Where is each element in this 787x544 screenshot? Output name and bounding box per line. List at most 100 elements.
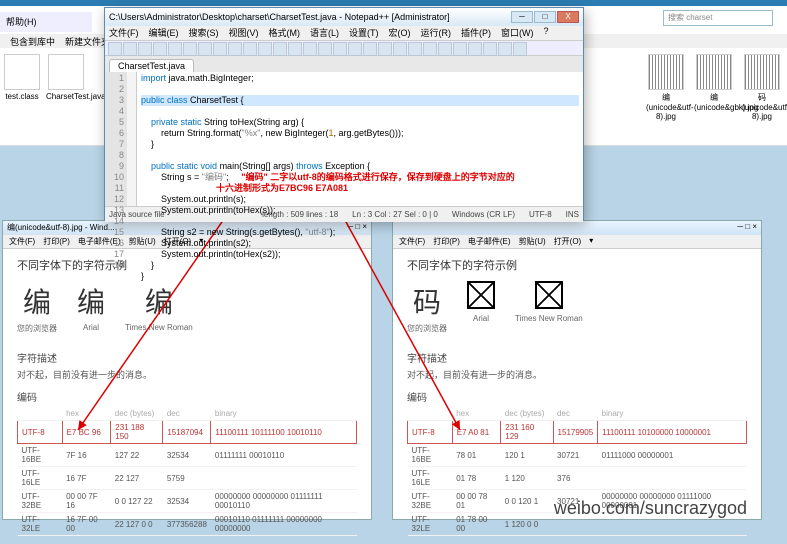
- file-list-left: test.class CharsetTest.java: [2, 54, 100, 101]
- section-heading: 编码: [407, 389, 747, 404]
- file-item[interactable]: 编 (unicode&gbk).jpg: [694, 54, 734, 121]
- toolbar-icon[interactable]: [303, 42, 317, 56]
- toolbar-icon[interactable]: [363, 42, 377, 56]
- file-label: test.class: [5, 92, 38, 101]
- toolbar-icon[interactable]: [468, 42, 482, 56]
- file-icon: [48, 54, 84, 90]
- npp-toolbar[interactable]: [105, 40, 583, 56]
- toolbar-icon[interactable]: [498, 42, 512, 56]
- toolbar-icon[interactable]: [153, 42, 167, 56]
- toolbar-icon[interactable]: [408, 42, 422, 56]
- window-controls[interactable]: ─ □ ×: [737, 222, 757, 234]
- section-heading: 字符描述: [407, 350, 747, 365]
- toolbar-icon[interactable]: [318, 42, 332, 56]
- window-titlebar[interactable]: C:\Users\Administrator\Desktop\charset\C…: [105, 8, 583, 26]
- toolbar-icon[interactable]: [483, 42, 497, 56]
- toolbar-icon[interactable]: [393, 42, 407, 56]
- menu-item[interactable]: 格式(M): [269, 26, 301, 40]
- toolbar-icon[interactable]: [243, 42, 257, 56]
- minimize-button[interactable]: ─: [511, 11, 533, 23]
- file-item[interactable]: CharsetTest.java: [46, 54, 86, 101]
- window-title: 编(unicode&utf-8).jpg - Wind...: [7, 222, 115, 234]
- image-icon: [744, 54, 780, 90]
- toolbar-icon[interactable]: [333, 42, 347, 56]
- menu-item[interactable]: ?: [544, 26, 549, 40]
- menu-item[interactable]: 文件(F): [9, 236, 35, 247]
- glyph-row: 码您的浏览器 Arial Times New Roman: [407, 281, 747, 334]
- close-button[interactable]: X: [557, 11, 579, 23]
- maximize-button[interactable]: □: [534, 11, 556, 23]
- file-label: 码 (unicode&utf-8).jpg: [742, 93, 787, 121]
- table-row: UTF-16BE78 01120 13072101111000 00000001: [408, 444, 747, 467]
- code-editor[interactable]: 123456789101112131415161718 import java.…: [105, 72, 583, 206]
- viewer-body: 不同字体下的字符示例 编您的浏览器编Arial编Times New Roman …: [3, 249, 371, 544]
- include-button[interactable]: 包含到库中: [10, 37, 55, 47]
- menu-item[interactable]: 搜索(S): [189, 26, 219, 40]
- toolbar-icon[interactable]: [273, 42, 287, 56]
- glyph-sample: 编Arial: [77, 281, 105, 334]
- menu-item[interactable]: 打印(P): [43, 236, 70, 247]
- toolbar-icon[interactable]: [168, 42, 182, 56]
- menu-item[interactable]: 插件(P): [461, 26, 491, 40]
- menu-item[interactable]: 宏(O): [389, 26, 411, 40]
- file-icon: [4, 54, 40, 90]
- table-row: UTF-16BE7F 16127 223253401111111 0001011…: [18, 444, 357, 467]
- menu-item[interactable]: 窗口(W): [501, 26, 534, 40]
- table-row: UTF-32BE00 00 7F 160 0 127 2232534000000…: [18, 490, 357, 513]
- menu-item[interactable]: 语言(L): [310, 26, 339, 40]
- menu-item[interactable]: 编辑(E): [149, 26, 179, 40]
- glyph-sample: 编Times New Roman: [125, 281, 193, 334]
- toolbar-icon[interactable]: [453, 42, 467, 56]
- menu-item[interactable]: 文件(F): [109, 26, 139, 40]
- toolbar-icon[interactable]: [138, 42, 152, 56]
- glyph-sample: Times New Roman: [515, 281, 583, 334]
- table-row: UTF-32LE16 7F 00 0022 127 0 037735628800…: [18, 513, 357, 536]
- npp-tabbar[interactable]: CharsetTest.java: [105, 56, 583, 72]
- file-item[interactable]: 码 (unicode&utf-8).jpg: [742, 54, 782, 121]
- section-heading: 编码: [17, 389, 357, 404]
- toolbar-icon[interactable]: [288, 42, 302, 56]
- fold-margin[interactable]: [127, 72, 137, 206]
- search-input[interactable]: 搜索 charset: [663, 10, 773, 26]
- table-row: UTF-16LE16 7F22 1275759: [18, 467, 357, 490]
- toolbar-icon[interactable]: [183, 42, 197, 56]
- notepadpp-window: C:\Users\Administrator\Desktop\charset\C…: [104, 7, 584, 221]
- toolbar-icon[interactable]: [198, 42, 212, 56]
- description-text: 对不起，目前没有进一步的消息。: [17, 368, 357, 381]
- toolbar-icon[interactable]: [123, 42, 137, 56]
- encoding-table: hexdec (bytes)decbinaryUTF-8E7 BC 96231 …: [17, 407, 357, 536]
- image-icon: [696, 54, 732, 90]
- menu-item[interactable]: 设置(T): [349, 26, 379, 40]
- menu-item[interactable]: 运行(R): [421, 26, 452, 40]
- toolbar-icon[interactable]: [108, 42, 122, 56]
- tab-active[interactable]: CharsetTest.java: [109, 59, 194, 72]
- toolbar-icon[interactable]: [228, 42, 242, 56]
- glyph-sample: Arial: [467, 281, 495, 334]
- glyph-row: 编您的浏览器编Arial 编Times New Roman: [17, 281, 357, 334]
- file-item[interactable]: 编 (unicode&utf-8).jpg: [646, 54, 686, 121]
- table-row: UTF-8E7 A0 81231 160 1291517990511100111…: [408, 421, 747, 444]
- npp-menubar[interactable]: 文件(F) 编辑(E) 搜索(S) 视图(V) 格式(M) 语言(L) 设置(T) 宏(O) 运…: [105, 26, 583, 40]
- toolbar-icon[interactable]: [258, 42, 272, 56]
- toolbar-icon[interactable]: [378, 42, 392, 56]
- code-area[interactable]: import java.math.BigInteger; public clas…: [137, 72, 583, 206]
- table-row: UTF-8E7 BC 96231 188 1501518709411100111…: [18, 421, 357, 444]
- toolbar-icon[interactable]: [423, 42, 437, 56]
- section-heading: 字符描述: [17, 350, 357, 365]
- file-item[interactable]: test.class: [2, 54, 42, 101]
- glyph-sample: 码您的浏览器: [407, 281, 447, 334]
- toolbar-icon[interactable]: [213, 42, 227, 56]
- file-label: 编 (unicode&utf-8).jpg: [646, 93, 694, 121]
- image-icon: [648, 54, 684, 90]
- menu-item[interactable]: 视图(V): [229, 26, 259, 40]
- glyph-sample: 编您的浏览器: [17, 281, 57, 334]
- window-controls: ─ □ X: [511, 11, 579, 23]
- file-list-right: 编 (unicode&utf-8).jpg 编 (unicode&gbk).jp…: [646, 54, 782, 121]
- line-gutter: 123456789101112131415161718: [105, 72, 127, 206]
- toolbar-icon[interactable]: [348, 42, 362, 56]
- toolbar-icon[interactable]: [513, 42, 527, 56]
- explorer-menu[interactable]: 帮助(H): [0, 12, 92, 32]
- file-label: CharsetTest.java: [46, 92, 106, 101]
- toolbar-icon[interactable]: [438, 42, 452, 56]
- window-title: C:\Users\Administrator\Desktop\charset\C…: [109, 12, 450, 22]
